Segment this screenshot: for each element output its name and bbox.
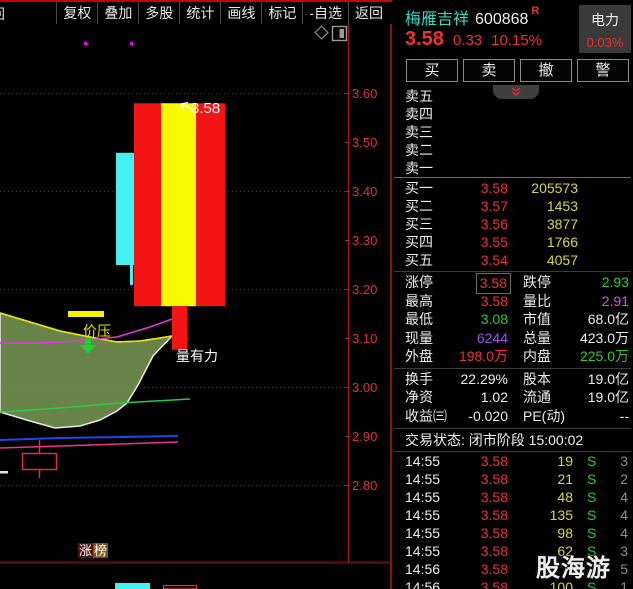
- main-chart[interactable]: [0, 0, 390, 589]
- blue-indicator-line: [0, 435, 179, 441]
- sector-change-pct: 0.03%: [586, 35, 624, 50]
- rank-tag-char: 榜: [93, 543, 109, 558]
- trading-status: 交易状态: 闭市阶段 15:00:02: [405, 432, 584, 448]
- stats-row: 现量 6244 总量 423.0万: [405, 329, 629, 346]
- section-divider: [394, 427, 631, 429]
- stats-row: 收益㈢ -0.020 PE(动) --: [405, 407, 629, 424]
- rank-board-tag[interactable]: 涨榜: [78, 543, 109, 558]
- stats-block-a: 涨停 3.58 跌停 2.93 最高 3.58 量比 2.91 最低 3.08 市值 68.…: [392, 273, 633, 366]
- section-divider: [394, 367, 631, 369]
- section-divider: [394, 271, 631, 272]
- tick-row: 14:55 3.58 98 S 4: [405, 525, 628, 541]
- sell-level-row[interactable]: 卖二: [392, 141, 633, 159]
- subpane-red-bar: [162, 584, 198, 589]
- stats-row: 最高 3.58 量比 2.91: [405, 292, 629, 309]
- buy-level-row[interactable]: 买三 3.56 3877: [392, 215, 633, 233]
- watermark: 股海游侠: [536, 555, 611, 582]
- stats-row: 涨停 3.58 跌停 2.93: [392, 273, 633, 294]
- buy-level-row[interactable]: 买一 3.58 205573: [392, 179, 633, 197]
- buy-level-row[interactable]: 买五 3.54 4057: [392, 251, 633, 269]
- stats-row: 净资 1.02 流通 19.0亿: [405, 389, 629, 406]
- stock-app-window: 回 复权叠加多股统计画线标记-自选返回: [0, 0, 633, 589]
- order-button-cancel[interactable]: 撤: [520, 59, 572, 82]
- stock-name: 梅雁吉祥: [405, 11, 470, 28]
- candle-wick: [130, 265, 133, 286]
- sell-queue: 卖五 卖四 卖三 卖二 卖一: [392, 87, 633, 177]
- margin-flag: R: [531, 5, 540, 17]
- buy-queue: 买一 3.58 205573 买二 3.57 1453 买三 3.56 3877 买四 3.5…: [392, 179, 633, 269]
- candle-layer: [116, 103, 225, 350]
- subpane-cyan-bar: [115, 583, 150, 589]
- stats-row: 外盘 198.0万 内盘 225.0万: [405, 348, 629, 365]
- stock-code: 600868: [475, 11, 529, 28]
- rank-tag-char: 涨: [78, 543, 94, 558]
- sell-level-row[interactable]: 卖三: [392, 123, 633, 141]
- stats-row: 最低 3.08 市值 68.0亿: [405, 311, 629, 328]
- tick-row: 14:55 3.58 48 S 4: [405, 489, 628, 505]
- tick-row: 14:55 3.58 19 S 3: [405, 453, 628, 469]
- last-price: 3.58: [405, 28, 444, 50]
- pink-indicator-line: [0, 441, 179, 449]
- order-button-buy[interactable]: 买: [406, 59, 458, 82]
- stock-header: 梅雁吉祥 600868 R: [405, 5, 539, 29]
- stats-block-b: 换手 22.29% 股本 19.0亿 净资 1.02 流通 19.0亿 收益㈢ -0.02…: [392, 370, 633, 426]
- stats-row: 换手 22.29% 股本 19.0亿: [405, 370, 629, 387]
- tick-row: 14:55 3.58 135 S 4: [405, 507, 628, 523]
- candle-wick: [172, 306, 187, 350]
- price-change: 0.33: [452, 32, 483, 49]
- candle-body: [116, 152, 134, 265]
- sell-level-row[interactable]: 卖四: [392, 105, 633, 123]
- price-change-pct: 10.15%: [491, 32, 543, 49]
- sell-level-row[interactable]: 卖五: [392, 87, 633, 105]
- order-button-alert[interactable]: 警: [577, 59, 629, 82]
- white-dash: [0, 471, 8, 474]
- quote-panel: 梅雁吉祥 600868 R 3.58 0.33 10.15% 电力 0.03% 买卖撤警…: [392, 0, 633, 589]
- candle-stripe: [161, 103, 196, 307]
- sell-level-row[interactable]: 卖一: [392, 159, 633, 177]
- order-buttons: 买卖撤警: [406, 59, 629, 82]
- tick-row: 14:55 3.58 21 S 2: [405, 471, 628, 487]
- price-summary: 3.58 0.33 10.15%: [405, 28, 542, 51]
- sector-quote-box[interactable]: 电力 0.03%: [579, 5, 631, 53]
- buy-level-row[interactable]: 买二 3.57 1453: [392, 197, 633, 215]
- yellow-signal-dash: [68, 311, 104, 317]
- order-button-sell[interactable]: 卖: [463, 59, 515, 82]
- sector-name: 电力: [591, 12, 619, 28]
- buy-level-row[interactable]: 买四 3.55 1766: [392, 233, 633, 251]
